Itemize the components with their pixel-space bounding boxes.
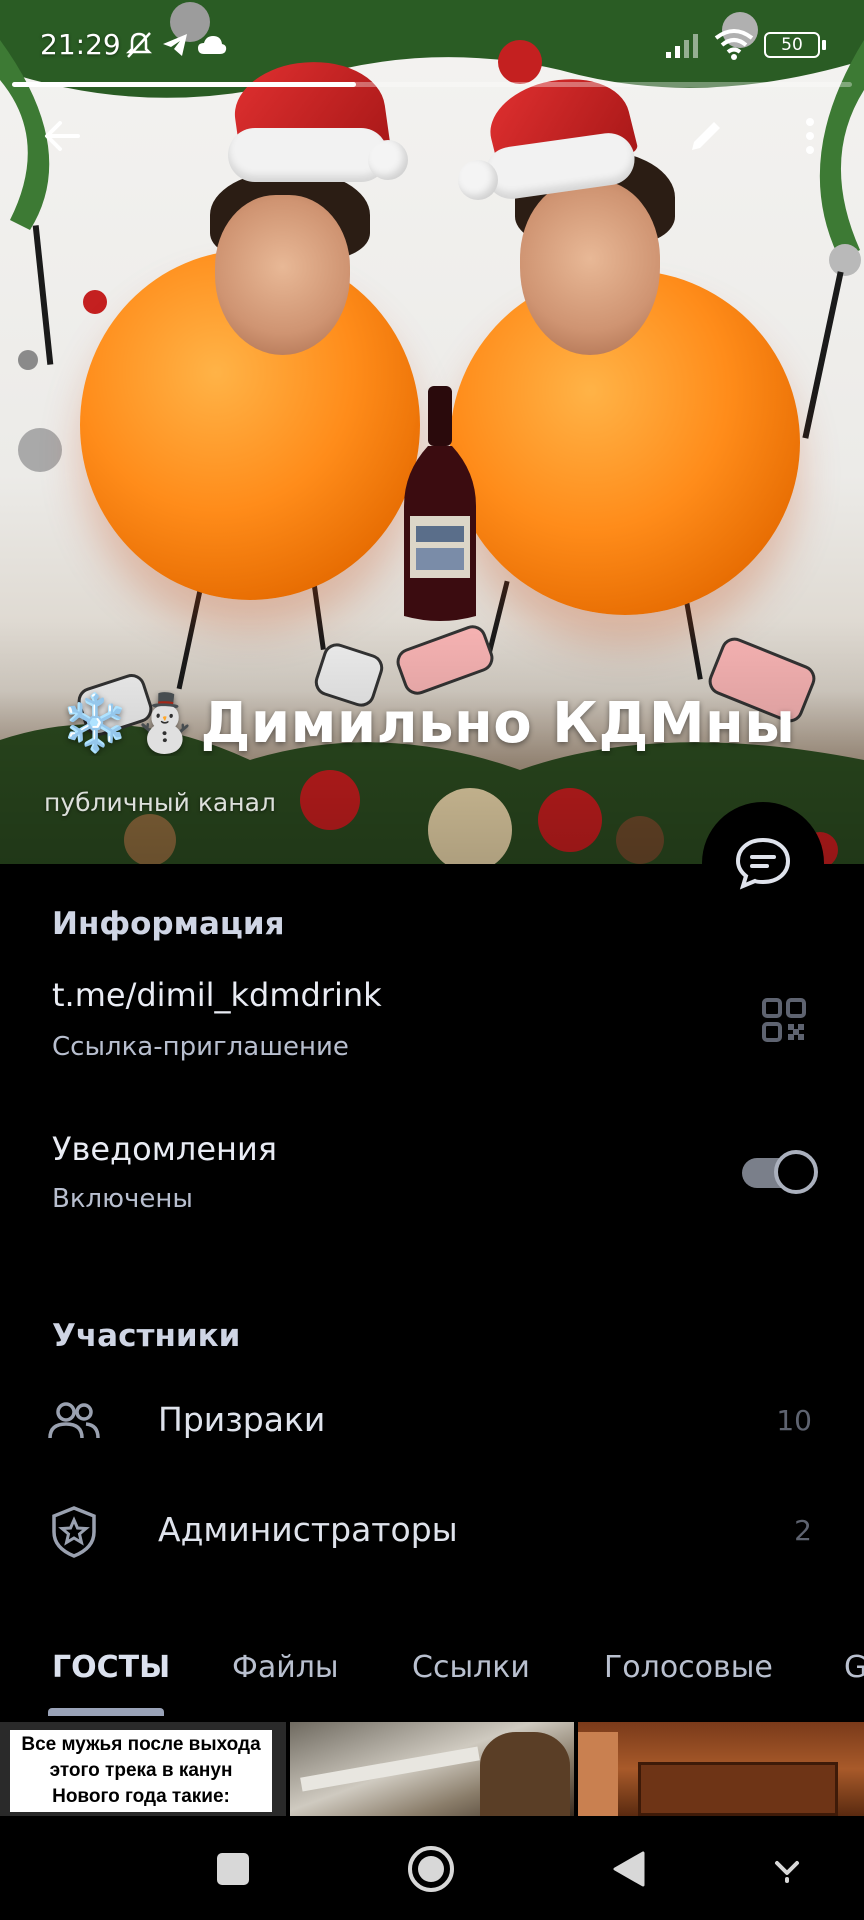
back-button[interactable] [34, 108, 90, 164]
notifications-title: Уведомления [52, 1130, 277, 1168]
signal-icon [666, 34, 698, 58]
members-section-title: Участники [52, 1318, 241, 1354]
status-bar: 21:29 50 [0, 0, 864, 90]
tab-voice[interactable]: Голосовые [604, 1650, 773, 1685]
battery-icon: 50 [764, 32, 820, 58]
qr-code-button[interactable] [760, 996, 808, 1044]
back-nav-button[interactable] [594, 1834, 664, 1904]
media-item[interactable] [290, 1722, 574, 1816]
channel-type-label: публичный канал [44, 788, 276, 817]
info-section-title: Информация [52, 906, 285, 942]
home-circle-icon [408, 1846, 454, 1892]
battery-level: 50 [781, 35, 803, 55]
shield-star-icon [52, 1506, 96, 1558]
meme-caption: Все мужья после выхода этого трека в кан… [10, 1730, 272, 1812]
arrow-left-icon [45, 121, 80, 151]
notifications-toggle[interactable] [742, 1150, 818, 1194]
more-options-button[interactable] [782, 108, 838, 164]
square-icon [217, 1853, 249, 1885]
system-navigation-bar [0, 1816, 864, 1920]
tab-more[interactable]: G [844, 1650, 864, 1685]
members-row-admins[interactable]: Администраторы 2 [0, 1496, 864, 1566]
people-icon [48, 1402, 100, 1439]
notifications-state: Включены [52, 1184, 193, 1214]
tab-files[interactable]: Файлы [232, 1650, 339, 1685]
chat-bubble-icon [735, 837, 791, 890]
hide-navbar-button[interactable] [752, 1834, 822, 1904]
edit-button[interactable] [678, 108, 734, 164]
channel-name-text: Димильно КДМны [200, 691, 796, 756]
left-face [215, 195, 350, 355]
pencil-icon [692, 122, 720, 150]
tab-links[interactable]: Ссылки [412, 1650, 530, 1685]
more-vertical-icon [806, 118, 814, 154]
media-item[interactable] [578, 1722, 864, 1816]
members-row-ghosts[interactable]: Призраки 10 [0, 1386, 864, 1456]
channel-name: ❄️⛄Димильно КДМны [60, 690, 830, 756]
home-button[interactable] [396, 1834, 466, 1904]
discussion-button[interactable] [702, 802, 824, 924]
status-time: 21:29 [40, 28, 121, 61]
telegram-icon [163, 34, 187, 56]
members-row-count: 10 [776, 1404, 812, 1437]
right-face [520, 180, 660, 355]
channel-cover-image: ❄️⛄Димильно КДМны публичный канал [0, 0, 864, 864]
story-progress-bar [12, 82, 852, 87]
chevron-down-icon [775, 1861, 799, 1883]
media-item[interactable]: Все мужья после выхода этого трека в кан… [0, 1722, 286, 1816]
recent-apps-button[interactable] [198, 1834, 268, 1904]
cloud-icon [198, 36, 227, 54]
members-row-count: 2 [794, 1514, 812, 1547]
members-row-label: Администраторы [158, 1510, 458, 1549]
tab-gosty[interactable]: ГОСТЫ [52, 1650, 170, 1685]
channel-link-caption: Ссылка-приглашение [52, 1032, 349, 1062]
mute-bell-icon [125, 32, 153, 58]
channel-emoji: ❄️⛄ [60, 691, 201, 756]
qr-code-icon [762, 998, 806, 1042]
wine-bottle [404, 386, 476, 621]
channel-link[interactable]: t.me/dimil_kdmdrink [52, 976, 382, 1014]
members-row-label: Призраки [158, 1400, 326, 1439]
triangle-back-icon [613, 1851, 645, 1887]
active-tab-indicator [48, 1708, 164, 1716]
story-progress-fill [12, 82, 357, 87]
wifi-icon [714, 29, 754, 60]
